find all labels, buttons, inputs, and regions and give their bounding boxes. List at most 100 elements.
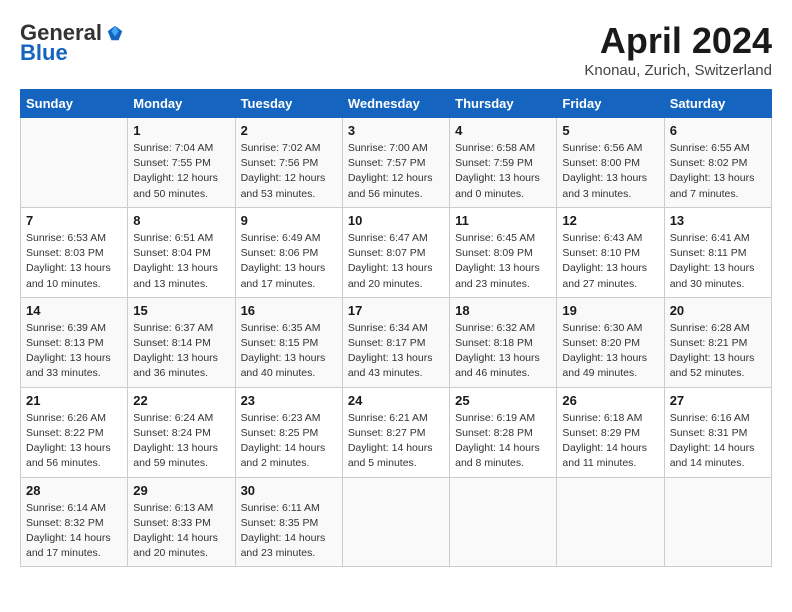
calendar-cell: 5 Sunrise: 6:56 AM Sunset: 8:00 PM Daylig… — [557, 118, 664, 208]
header-day-sunday: Sunday — [21, 90, 128, 118]
day-info: Sunrise: 6:34 AM Sunset: 8:17 PM Dayligh… — [348, 321, 444, 382]
calendar-cell: 10 Sunrise: 6:47 AM Sunset: 8:07 PM Dayli… — [342, 207, 449, 297]
day-info: Sunrise: 6:28 AM Sunset: 8:21 PM Dayligh… — [670, 321, 766, 382]
calendar-cell: 23Sunrise: 6:23 AM Sunset: 8:25 PM Dayli… — [235, 387, 342, 477]
calendar-cell: 20 Sunrise: 6:28 AM Sunset: 8:21 PM Dayli… — [664, 297, 771, 387]
calendar-cell — [21, 118, 128, 208]
calendar-cell: 8 Sunrise: 6:51 AM Sunset: 8:04 PM Daylig… — [128, 207, 235, 297]
day-info: Sunrise: 7:00 AM Sunset: 7:57 PM Dayligh… — [348, 141, 444, 202]
calendar-cell — [664, 477, 771, 567]
calendar-cell — [450, 477, 557, 567]
week-row-3: 14 Sunrise: 6:39 AM Sunset: 8:13 PM Dayli… — [21, 297, 772, 387]
week-row-4: 21 Sunrise: 6:26 AM Sunset: 8:22 PM Dayli… — [21, 387, 772, 477]
calendar-cell: 4 Sunrise: 6:58 AM Sunset: 7:59 PM Daylig… — [450, 118, 557, 208]
day-info: Sunrise: 6:55 AM Sunset: 8:02 PM Dayligh… — [670, 141, 766, 202]
day-number: 23 — [241, 393, 337, 408]
day-number: 19 — [562, 303, 658, 318]
day-info: Sunrise: 6:11 AM Sunset: 8:35 PM Dayligh… — [241, 501, 337, 562]
day-info: Sunrise: 6:24 AM Sunset: 8:24 PM Dayligh… — [133, 411, 229, 472]
day-info: Sunrise: 6:30 AM Sunset: 8:20 PM Dayligh… — [562, 321, 658, 382]
calendar-cell: 3 Sunrise: 7:00 AM Sunset: 7:57 PM Daylig… — [342, 118, 449, 208]
day-number: 18 — [455, 303, 551, 318]
week-row-5: 28 Sunrise: 6:14 AM Sunset: 8:32 PM Dayli… — [21, 477, 772, 567]
day-number: 30 — [241, 483, 337, 498]
calendar-cell: 30 Sunrise: 6:11 AM Sunset: 8:35 PM Dayli… — [235, 477, 342, 567]
day-number: 10 — [348, 213, 444, 228]
calendar-cell: 14 Sunrise: 6:39 AM Sunset: 8:13 PM Dayli… — [21, 297, 128, 387]
calendar-cell: 7Sunrise: 6:53 AM Sunset: 8:03 PM Daylig… — [21, 207, 128, 297]
day-info: Sunrise: 6:51 AM Sunset: 8:04 PM Dayligh… — [133, 231, 229, 292]
page-header: General Blue April 2024 Knonau, Zurich, … — [20, 20, 772, 79]
calendar-cell: 15 Sunrise: 6:37 AM Sunset: 8:14 PM Dayli… — [128, 297, 235, 387]
day-info: Sunrise: 6:53 AM Sunset: 8:03 PM Dayligh… — [26, 231, 122, 292]
logo-flag-icon — [106, 24, 124, 42]
calendar-cell — [557, 477, 664, 567]
header-day-saturday: Saturday — [664, 90, 771, 118]
week-row-2: 7Sunrise: 6:53 AM Sunset: 8:03 PM Daylig… — [21, 207, 772, 297]
day-info: Sunrise: 6:39 AM Sunset: 8:13 PM Dayligh… — [26, 321, 122, 382]
calendar-cell: 19 Sunrise: 6:30 AM Sunset: 8:20 PM Dayli… — [557, 297, 664, 387]
day-info: Sunrise: 6:21 AM Sunset: 8:27 PM Dayligh… — [348, 411, 444, 472]
calendar-cell: 29 Sunrise: 6:13 AM Sunset: 8:33 PM Dayli… — [128, 477, 235, 567]
day-number: 12 — [562, 213, 658, 228]
day-number: 22 — [133, 393, 229, 408]
day-number: 28 — [26, 483, 122, 498]
header-day-tuesday: Tuesday — [235, 90, 342, 118]
header-day-thursday: Thursday — [450, 90, 557, 118]
day-info: Sunrise: 6:47 AM Sunset: 8:07 PM Dayligh… — [348, 231, 444, 292]
calendar-cell: 18 Sunrise: 6:32 AM Sunset: 8:18 PM Dayli… — [450, 297, 557, 387]
calendar-cell: 25 Sunrise: 6:19 AM Sunset: 8:28 PM Dayli… — [450, 387, 557, 477]
calendar-cell: 1 Sunrise: 7:04 AM Sunset: 7:55 PM Daylig… — [128, 118, 235, 208]
day-number: 8 — [133, 213, 229, 228]
day-number: 13 — [670, 213, 766, 228]
day-info: Sunrise: 7:02 AM Sunset: 7:56 PM Dayligh… — [241, 141, 337, 202]
day-number: 29 — [133, 483, 229, 498]
calendar-cell: 11Sunrise: 6:45 AM Sunset: 8:09 PM Dayli… — [450, 207, 557, 297]
day-number: 15 — [133, 303, 229, 318]
day-number: 25 — [455, 393, 551, 408]
day-info: Sunrise: 6:35 AM Sunset: 8:15 PM Dayligh… — [241, 321, 337, 382]
calendar-cell: 22 Sunrise: 6:24 AM Sunset: 8:24 PM Dayli… — [128, 387, 235, 477]
calendar-cell: 26 Sunrise: 6:18 AM Sunset: 8:29 PM Dayli… — [557, 387, 664, 477]
day-info: Sunrise: 6:14 AM Sunset: 8:32 PM Dayligh… — [26, 501, 122, 562]
day-number: 14 — [26, 303, 122, 318]
day-number: 21 — [26, 393, 122, 408]
calendar-cell: 17 Sunrise: 6:34 AM Sunset: 8:17 PM Dayli… — [342, 297, 449, 387]
day-number: 1 — [133, 123, 229, 138]
calendar-cell: 9 Sunrise: 6:49 AM Sunset: 8:06 PM Daylig… — [235, 207, 342, 297]
day-number: 26 — [562, 393, 658, 408]
day-number: 4 — [455, 123, 551, 138]
day-number: 3 — [348, 123, 444, 138]
day-info: Sunrise: 6:26 AM Sunset: 8:22 PM Dayligh… — [26, 411, 122, 472]
day-number: 27 — [670, 393, 766, 408]
logo-blue-text: Blue — [20, 40, 68, 66]
day-number: 9 — [241, 213, 337, 228]
day-info: Sunrise: 6:13 AM Sunset: 8:33 PM Dayligh… — [133, 501, 229, 562]
header-day-monday: Monday — [128, 90, 235, 118]
calendar-cell: 2 Sunrise: 7:02 AM Sunset: 7:56 PM Daylig… — [235, 118, 342, 208]
calendar-cell: 16Sunrise: 6:35 AM Sunset: 8:15 PM Dayli… — [235, 297, 342, 387]
day-info: Sunrise: 6:43 AM Sunset: 8:10 PM Dayligh… — [562, 231, 658, 292]
day-number: 2 — [241, 123, 337, 138]
day-info: Sunrise: 6:41 AM Sunset: 8:11 PM Dayligh… — [670, 231, 766, 292]
day-number: 5 — [562, 123, 658, 138]
day-info: Sunrise: 6:58 AM Sunset: 7:59 PM Dayligh… — [455, 141, 551, 202]
day-number: 20 — [670, 303, 766, 318]
day-number: 17 — [348, 303, 444, 318]
calendar-table: SundayMondayTuesdayWednesdayThursdayFrid… — [20, 89, 772, 567]
day-info: Sunrise: 6:56 AM Sunset: 8:00 PM Dayligh… — [562, 141, 658, 202]
calendar-cell: 28 Sunrise: 6:14 AM Sunset: 8:32 PM Dayli… — [21, 477, 128, 567]
day-info: Sunrise: 6:37 AM Sunset: 8:14 PM Dayligh… — [133, 321, 229, 382]
day-info: Sunrise: 6:19 AM Sunset: 8:28 PM Dayligh… — [455, 411, 551, 472]
calendar-cell: 12 Sunrise: 6:43 AM Sunset: 8:10 PM Dayli… — [557, 207, 664, 297]
calendar-header: SundayMondayTuesdayWednesdayThursdayFrid… — [21, 90, 772, 118]
day-info: Sunrise: 6:32 AM Sunset: 8:18 PM Dayligh… — [455, 321, 551, 382]
day-info: Sunrise: 6:49 AM Sunset: 8:06 PM Dayligh… — [241, 231, 337, 292]
location-text: Knonau, Zurich, Switzerland — [584, 62, 772, 79]
calendar-cell: 21 Sunrise: 6:26 AM Sunset: 8:22 PM Dayli… — [21, 387, 128, 477]
day-info: Sunrise: 6:18 AM Sunset: 8:29 PM Dayligh… — [562, 411, 658, 472]
day-info: Sunrise: 7:04 AM Sunset: 7:55 PM Dayligh… — [133, 141, 229, 202]
day-info: Sunrise: 6:16 AM Sunset: 8:31 PM Dayligh… — [670, 411, 766, 472]
day-info: Sunrise: 6:45 AM Sunset: 8:09 PM Dayligh… — [455, 231, 551, 292]
day-number: 6 — [670, 123, 766, 138]
